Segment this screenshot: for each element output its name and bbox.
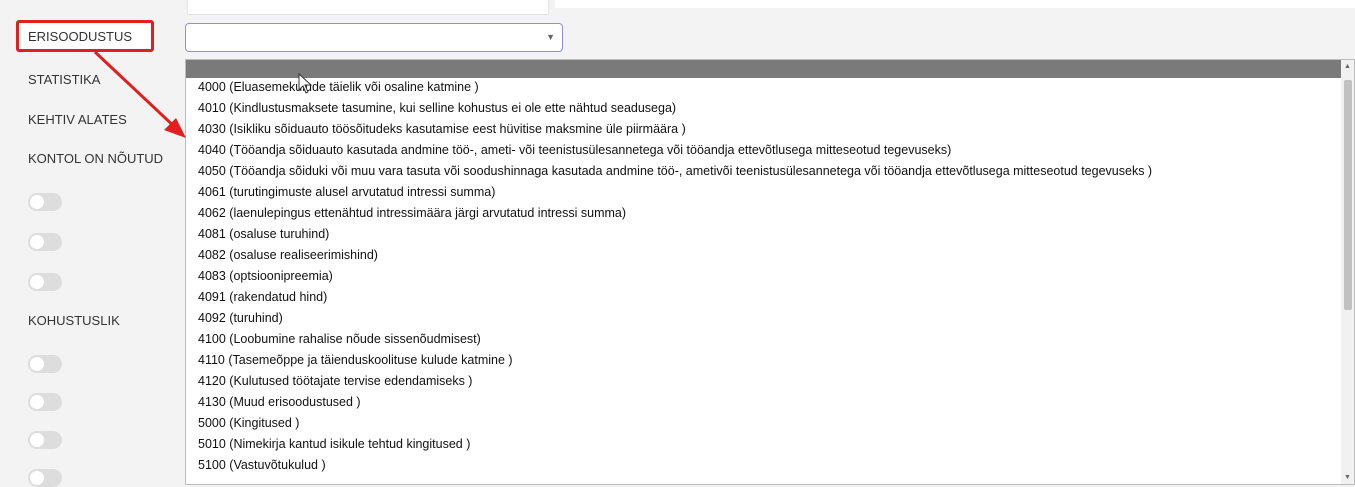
toggle-switch-1[interactable] xyxy=(28,193,62,211)
dropdown-option[interactable]: 5000 (Kingitused ) xyxy=(198,416,299,430)
toggle-knob xyxy=(30,433,44,447)
dropdown-option[interactable]: 5100 (Vastuvõtukulud ) xyxy=(198,458,326,472)
toggle-switch-2[interactable] xyxy=(28,233,62,251)
dropdown-option[interactable]: 4110 (Tasemeõppe ja täienduskoolituse ku… xyxy=(198,353,513,367)
toggle-switch-6[interactable] xyxy=(28,431,62,449)
dropdown-option[interactable]: 4130 (Muud erisoodustused ) xyxy=(198,395,361,409)
toggle-switch-7[interactable] xyxy=(28,469,62,487)
scroll-up-icon[interactable]: ▲ xyxy=(1344,63,1351,70)
dropdown-option[interactable]: 4050 (Tööandja sõiduki või muu vara tasu… xyxy=(198,164,1152,178)
toggle-knob xyxy=(30,471,44,485)
dropdown-option[interactable]: 4082 (osaluse realiseerimishind) xyxy=(198,248,378,262)
kohustuslik-label: KOHUSTUSLIK xyxy=(28,313,120,328)
dropdown-option[interactable]: 4081 (osaluse turuhind) xyxy=(198,227,329,241)
dropdown-option[interactable]: 4040 (Tööandja sõiduauto kasutada andmin… xyxy=(198,143,951,157)
dropdown-option[interactable]: 4061 (turutingimuste alusel arvutatud in… xyxy=(198,185,495,199)
scroll-down-icon[interactable]: ▼ xyxy=(1344,474,1351,481)
toggle-knob xyxy=(30,235,44,249)
dropdown-option[interactable]: 4000 (Eluasemekulude täielik või osaline… xyxy=(198,80,479,94)
dropdown-list[interactable]: 4000 (Eluasemekulude täielik või osaline… xyxy=(185,59,1355,485)
dropdown-scrollbar[interactable]: ▲ ▼ xyxy=(1341,60,1354,484)
dropdown-option[interactable]: 4010 (Kindlustusmaksete tasumine, kui se… xyxy=(198,101,676,115)
dropdown-option[interactable]: 4062 (laenulepingus ettenähtud intressim… xyxy=(198,206,626,220)
toggle-switch-5[interactable] xyxy=(28,393,62,411)
dropdown-option[interactable]: 4091 (rakendatud hind) xyxy=(198,290,327,304)
toggle-knob xyxy=(30,395,44,409)
dropdown-option[interactable]: 4120 (Kulutused töötajate tervise edenda… xyxy=(198,374,472,388)
toggle-knob xyxy=(30,275,44,289)
toggle-switch-3[interactable] xyxy=(28,273,62,291)
dropdown-option[interactable]: 4030 (Isikliku sõiduauto töösõitudeks ka… xyxy=(198,122,686,136)
previous-field xyxy=(187,0,549,15)
dropdown-option[interactable]: 4100 (Loobumine rahalise nõude sissenõud… xyxy=(198,332,481,346)
chevron-down-icon[interactable]: ▼ xyxy=(546,32,555,42)
mouse-cursor-icon xyxy=(298,73,313,94)
scrollbar-thumb[interactable] xyxy=(1344,80,1352,310)
top-background xyxy=(555,0,1355,8)
toggle-knob xyxy=(30,195,44,209)
erisoodustus-select[interactable]: ▼ xyxy=(185,23,563,52)
dropdown-option[interactable]: 4083 (optsioonipreemia) xyxy=(198,269,333,283)
dropdown-option[interactable]: 4092 (turuhind) xyxy=(198,311,283,325)
annotation-arrow-icon xyxy=(93,50,186,138)
toggle-knob xyxy=(30,357,44,371)
toggle-switch-4[interactable] xyxy=(28,355,62,373)
dropdown-option[interactable]: 5010 (Nimekirja kantud isikule tehtud ki… xyxy=(198,437,470,451)
highlighted-option[interactable] xyxy=(186,60,1342,78)
